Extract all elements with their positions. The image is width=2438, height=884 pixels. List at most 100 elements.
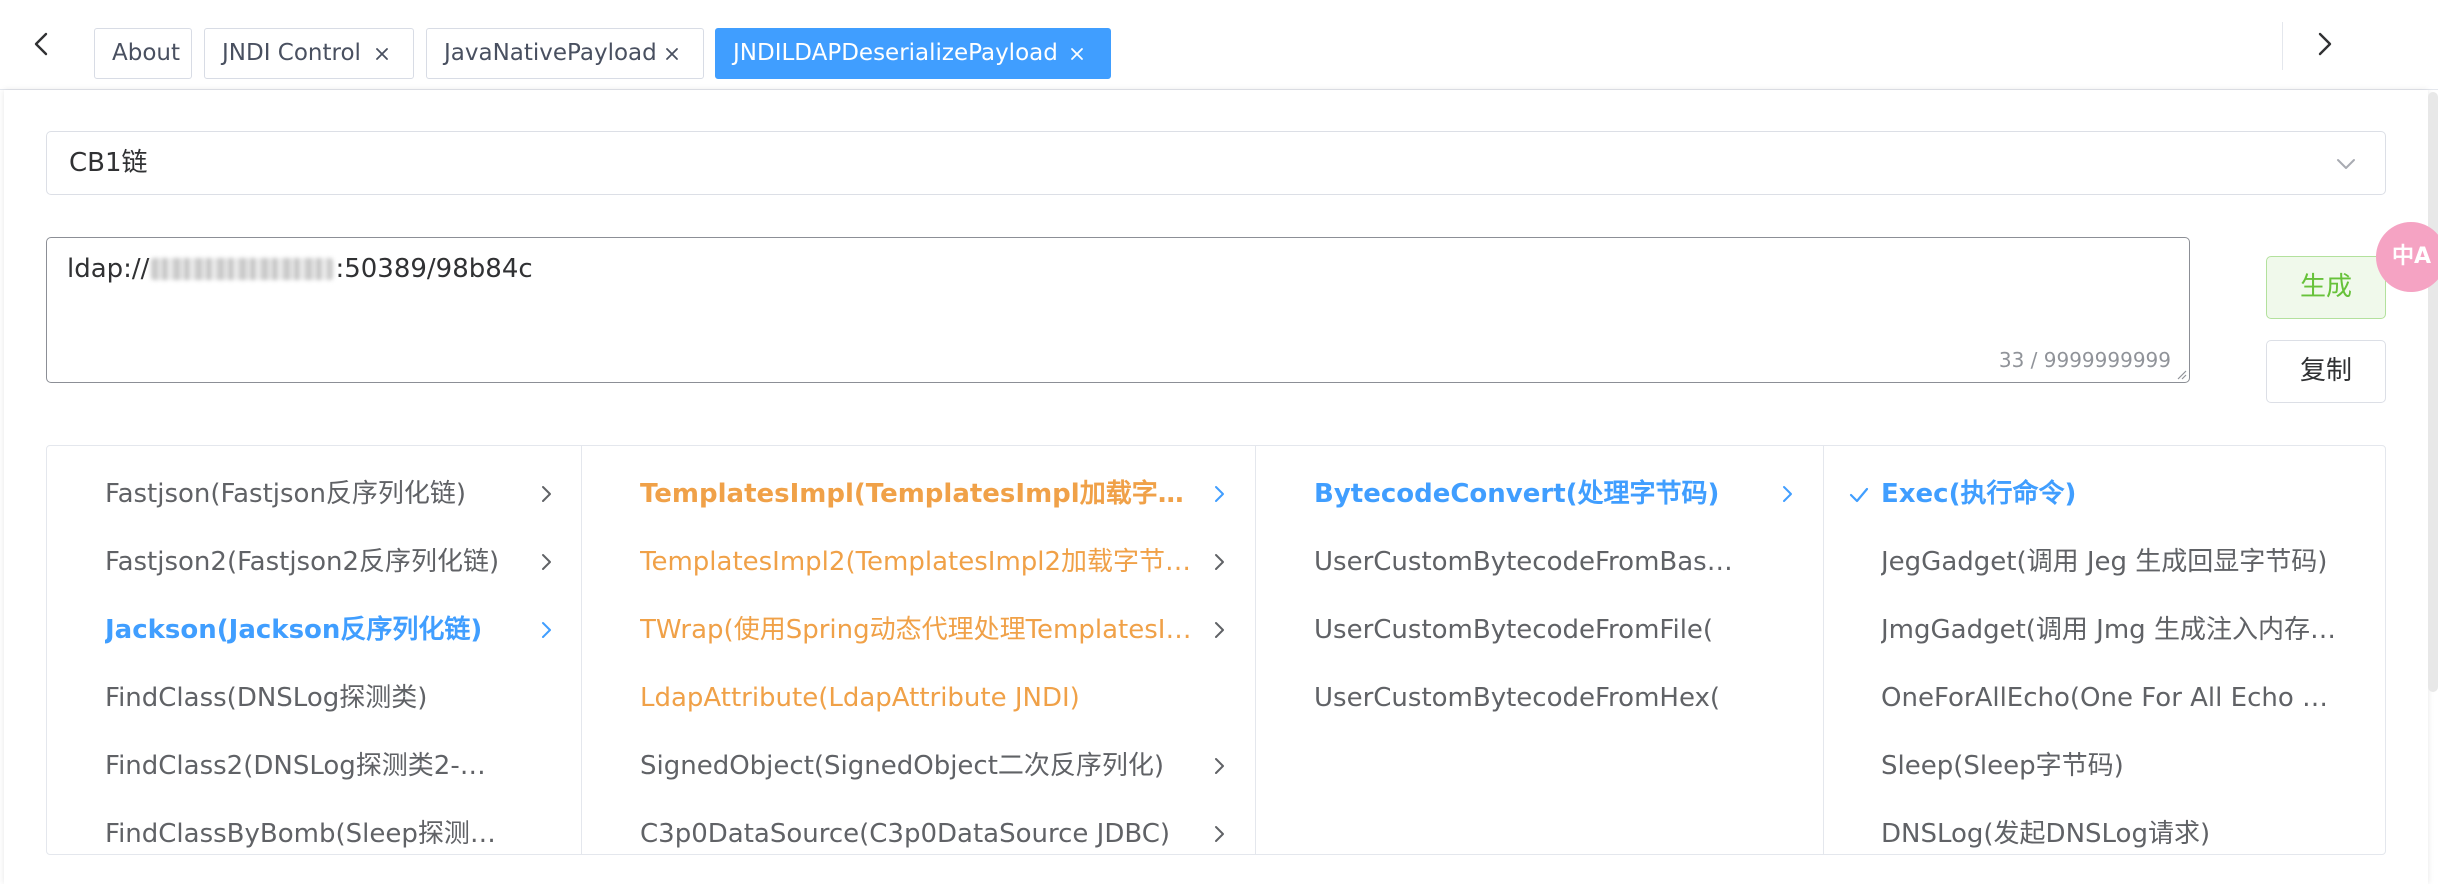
cascader-item-label: TemplatesImpl(TemplatesImpl加载字节码) <box>640 479 1200 509</box>
expand-arrow <box>535 551 557 573</box>
cascader-item-ldapattribute[interactable]: LdapAttribute(LdapAttribute JNDI) <box>582 664 1255 732</box>
gadget-chain-select[interactable]: CB1链 <box>46 131 2386 195</box>
cascader-item-fastjson2[interactable]: Fastjson2(Fastjson2反序列化链) <box>47 528 581 596</box>
chevron-right-icon <box>1215 486 1224 502</box>
tab-jndi-control[interactable]: JNDI Control <box>204 28 414 79</box>
cascader-item-exec[interactable]: Exec(执行命令) <box>1824 460 2385 528</box>
ldap-url-value: ldap:// :50389/98b84c <box>67 252 533 286</box>
cascader-item-jackson[interactable]: Jackson(Jackson反序列化链) <box>47 596 581 664</box>
chevron-right-icon <box>542 554 551 570</box>
tab-close-button[interactable] <box>371 43 393 65</box>
cascader-column-4: Exec(执行命令) JegGadget(调用 Jeg 生成回显字节码) Jmg… <box>1824 446 2385 854</box>
cascader-item-label: C3p0DataSource(C3p0DataSource JDBC) <box>640 819 1171 849</box>
payload-cascader: Fastjson(Fastjson反序列化链) Fastjson2(Fastjs… <box>46 445 2386 855</box>
cascader-item-label: FindClassByBomb(Sleep探测类) <box>105 819 505 849</box>
cascader-item-findclass2[interactable]: FindClass2(DNSLog探测类2-全版本) <box>47 732 581 800</box>
expand-arrow <box>535 619 557 641</box>
chevron-right-icon <box>1783 486 1792 502</box>
page-scrollbar[interactable] <box>2428 92 2438 692</box>
cascader-item-label: UserCustomBytecodeFromBase64 <box>1314 547 1744 577</box>
tab-scroll-left-button[interactable] <box>26 28 58 60</box>
generate-button[interactable]: 生成 <box>2266 256 2386 319</box>
translate-icon: 中A <box>2392 244 2432 269</box>
cascader-item-label: DNSLog(发起DNSLog请求) <box>1881 819 2211 849</box>
cascader-item-label: UserCustomBytecodeFromFile( <box>1314 615 1714 645</box>
character-count: 33 / 9999999999 <box>1998 348 2171 372</box>
resize-handle-icon[interactable] <box>2175 368 2187 380</box>
cascader-item-label: BytecodeConvert(处理字节码) <box>1314 479 1720 509</box>
expand-arrow <box>1208 755 1230 777</box>
expand-arrow <box>1776 483 1798 505</box>
cascader-item-label: UserCustomBytecodeFromHex( <box>1314 683 1721 713</box>
cascader-item-usercustombytecodefromhex[interactable]: UserCustomBytecodeFromHex( <box>1256 664 1823 732</box>
cascader-item-dnslog[interactable]: DNSLog(发起DNSLog请求) <box>1824 800 2385 854</box>
cascader-item-label: Sleep(Sleep字节码) <box>1881 751 2124 781</box>
cascader-item-sleep[interactable]: Sleep(Sleep字节码) <box>1824 732 2385 800</box>
cascader-item-label: Jackson(Jackson反序列化链) <box>105 615 483 645</box>
cascader-item-label: OneForAllEcho(One For All Echo 回显) <box>1881 683 2336 713</box>
cascader-item-twrap[interactable]: TWrap(使用Spring动态代理处理TemplatesImpl) <box>582 596 1255 664</box>
cascader-item-label: TWrap(使用Spring动态代理处理TemplatesImpl) <box>640 615 1200 645</box>
expand-arrow <box>1208 619 1230 641</box>
tab-java-native-payload[interactable]: JavaNativePayload <box>426 28 704 79</box>
cascader-column-2: TemplatesImpl(TemplatesImpl加载字节码) Templa… <box>582 446 1256 854</box>
cascader-item-label: Fastjson(Fastjson反序列化链) <box>105 479 467 509</box>
chevron-right-icon <box>1215 758 1224 774</box>
tab-divider <box>2282 22 2283 70</box>
cascader-item-jeggadget[interactable]: JegGadget(调用 Jeg 生成回显字节码) <box>1824 528 2385 596</box>
cascader-item-c3p0datasource[interactable]: C3p0DataSource(C3p0DataSource JDBC) <box>582 800 1255 854</box>
chevron-right-icon <box>1215 826 1224 842</box>
cascader-item-label: Fastjson2(Fastjson2反序列化链) <box>105 547 500 577</box>
cascader-item-oneforallecho[interactable]: OneForAllEcho(One For All Echo 回显) <box>1824 664 2385 732</box>
selected-check <box>1848 484 1870 506</box>
expand-arrow <box>1208 823 1230 845</box>
cascader-item-label: TemplatesImpl2(TemplatesImpl2加载字节码) <box>640 547 1200 577</box>
translate-widget-button[interactable]: 中A <box>2376 222 2438 292</box>
tab-label: JavaNativePayload <box>444 40 657 66</box>
check-icon <box>1849 487 1869 503</box>
tab-jndi-ldap-deserialize-payload[interactable]: JNDILDAPDeserializePayload <box>715 28 1111 79</box>
close-icon <box>666 48 678 60</box>
chevron-right-icon <box>542 622 551 638</box>
ldap-url-textarea[interactable]: ldap:// :50389/98b84c 33 / 9999999999 <box>46 237 2190 383</box>
cascader-item-findclassbybomb[interactable]: FindClassByBomb(Sleep探测类) <box>47 800 581 854</box>
tab-label: JNDILDAPDeserializePayload <box>733 40 1058 66</box>
copy-button[interactable]: 复制 <box>2266 340 2386 403</box>
select-value: CB1链 <box>69 148 148 178</box>
tab-about[interactable]: About <box>94 28 192 79</box>
cascader-item-findclass[interactable]: FindClass(DNSLog探测类) <box>47 664 581 732</box>
cascader-item-signedobject[interactable]: SignedObject(SignedObject二次反序列化) <box>582 732 1255 800</box>
chevron-right-icon <box>542 486 551 502</box>
chevron-down-icon <box>2337 159 2355 169</box>
ldap-url-suffix: :50389/98b84c <box>335 254 533 284</box>
tab-bar: About JNDI Control JavaNativePayload JND… <box>0 0 2438 90</box>
cascader-item-label: Exec(执行命令) <box>1881 479 2077 509</box>
cascader-item-label: FindClass2(DNSLog探测类2-全版本) <box>105 751 505 781</box>
cascader-item-templatesimpl[interactable]: TemplatesImpl(TemplatesImpl加载字节码) <box>582 460 1255 528</box>
expand-arrow <box>1208 483 1230 505</box>
expand-arrow <box>535 483 557 505</box>
close-icon <box>376 48 388 60</box>
cascader-item-label: JegGadget(调用 Jeg 生成回显字节码) <box>1881 547 2328 577</box>
tab-close-button[interactable] <box>1066 43 1088 65</box>
cascader-item-label: SignedObject(SignedObject二次反序列化) <box>640 751 1165 781</box>
select-caret <box>2333 151 2359 177</box>
close-icon <box>1071 48 1083 60</box>
cascader-item-label: JmgGadget(调用 Jmg 生成注入内存马) <box>1881 615 2336 645</box>
chevron-right-icon <box>1215 554 1224 570</box>
cascader-item-usercustombytecodefrombase64[interactable]: UserCustomBytecodeFromBase64 <box>1256 528 1823 596</box>
tab-scroll-right-button[interactable] <box>2308 28 2340 60</box>
cascader-item-label: FindClass(DNSLog探测类) <box>105 683 428 713</box>
cascader-item-templatesimpl2[interactable]: TemplatesImpl2(TemplatesImpl2加载字节码) <box>582 528 1255 596</box>
cascader-column-3: BytecodeConvert(处理字节码) UserCustomBytecod… <box>1256 446 1824 854</box>
redacted-host <box>151 258 334 280</box>
ldap-url-prefix: ldap:// <box>67 254 150 284</box>
tab-label: JNDI Control <box>222 40 361 66</box>
cascader-item-label: LdapAttribute(LdapAttribute JNDI) <box>640 683 1080 713</box>
chevron-right-icon <box>1215 622 1224 638</box>
cascader-item-jmggadget[interactable]: JmgGadget(调用 Jmg 生成注入内存马) <box>1824 596 2385 664</box>
tab-close-button[interactable] <box>661 43 683 65</box>
cascader-item-usercustombytecodefromfile[interactable]: UserCustomBytecodeFromFile( <box>1256 596 1823 664</box>
cascader-item-bytecodeconvert[interactable]: BytecodeConvert(处理字节码) <box>1256 460 1823 528</box>
cascader-item-fastjson[interactable]: Fastjson(Fastjson反序列化链) <box>47 460 581 528</box>
